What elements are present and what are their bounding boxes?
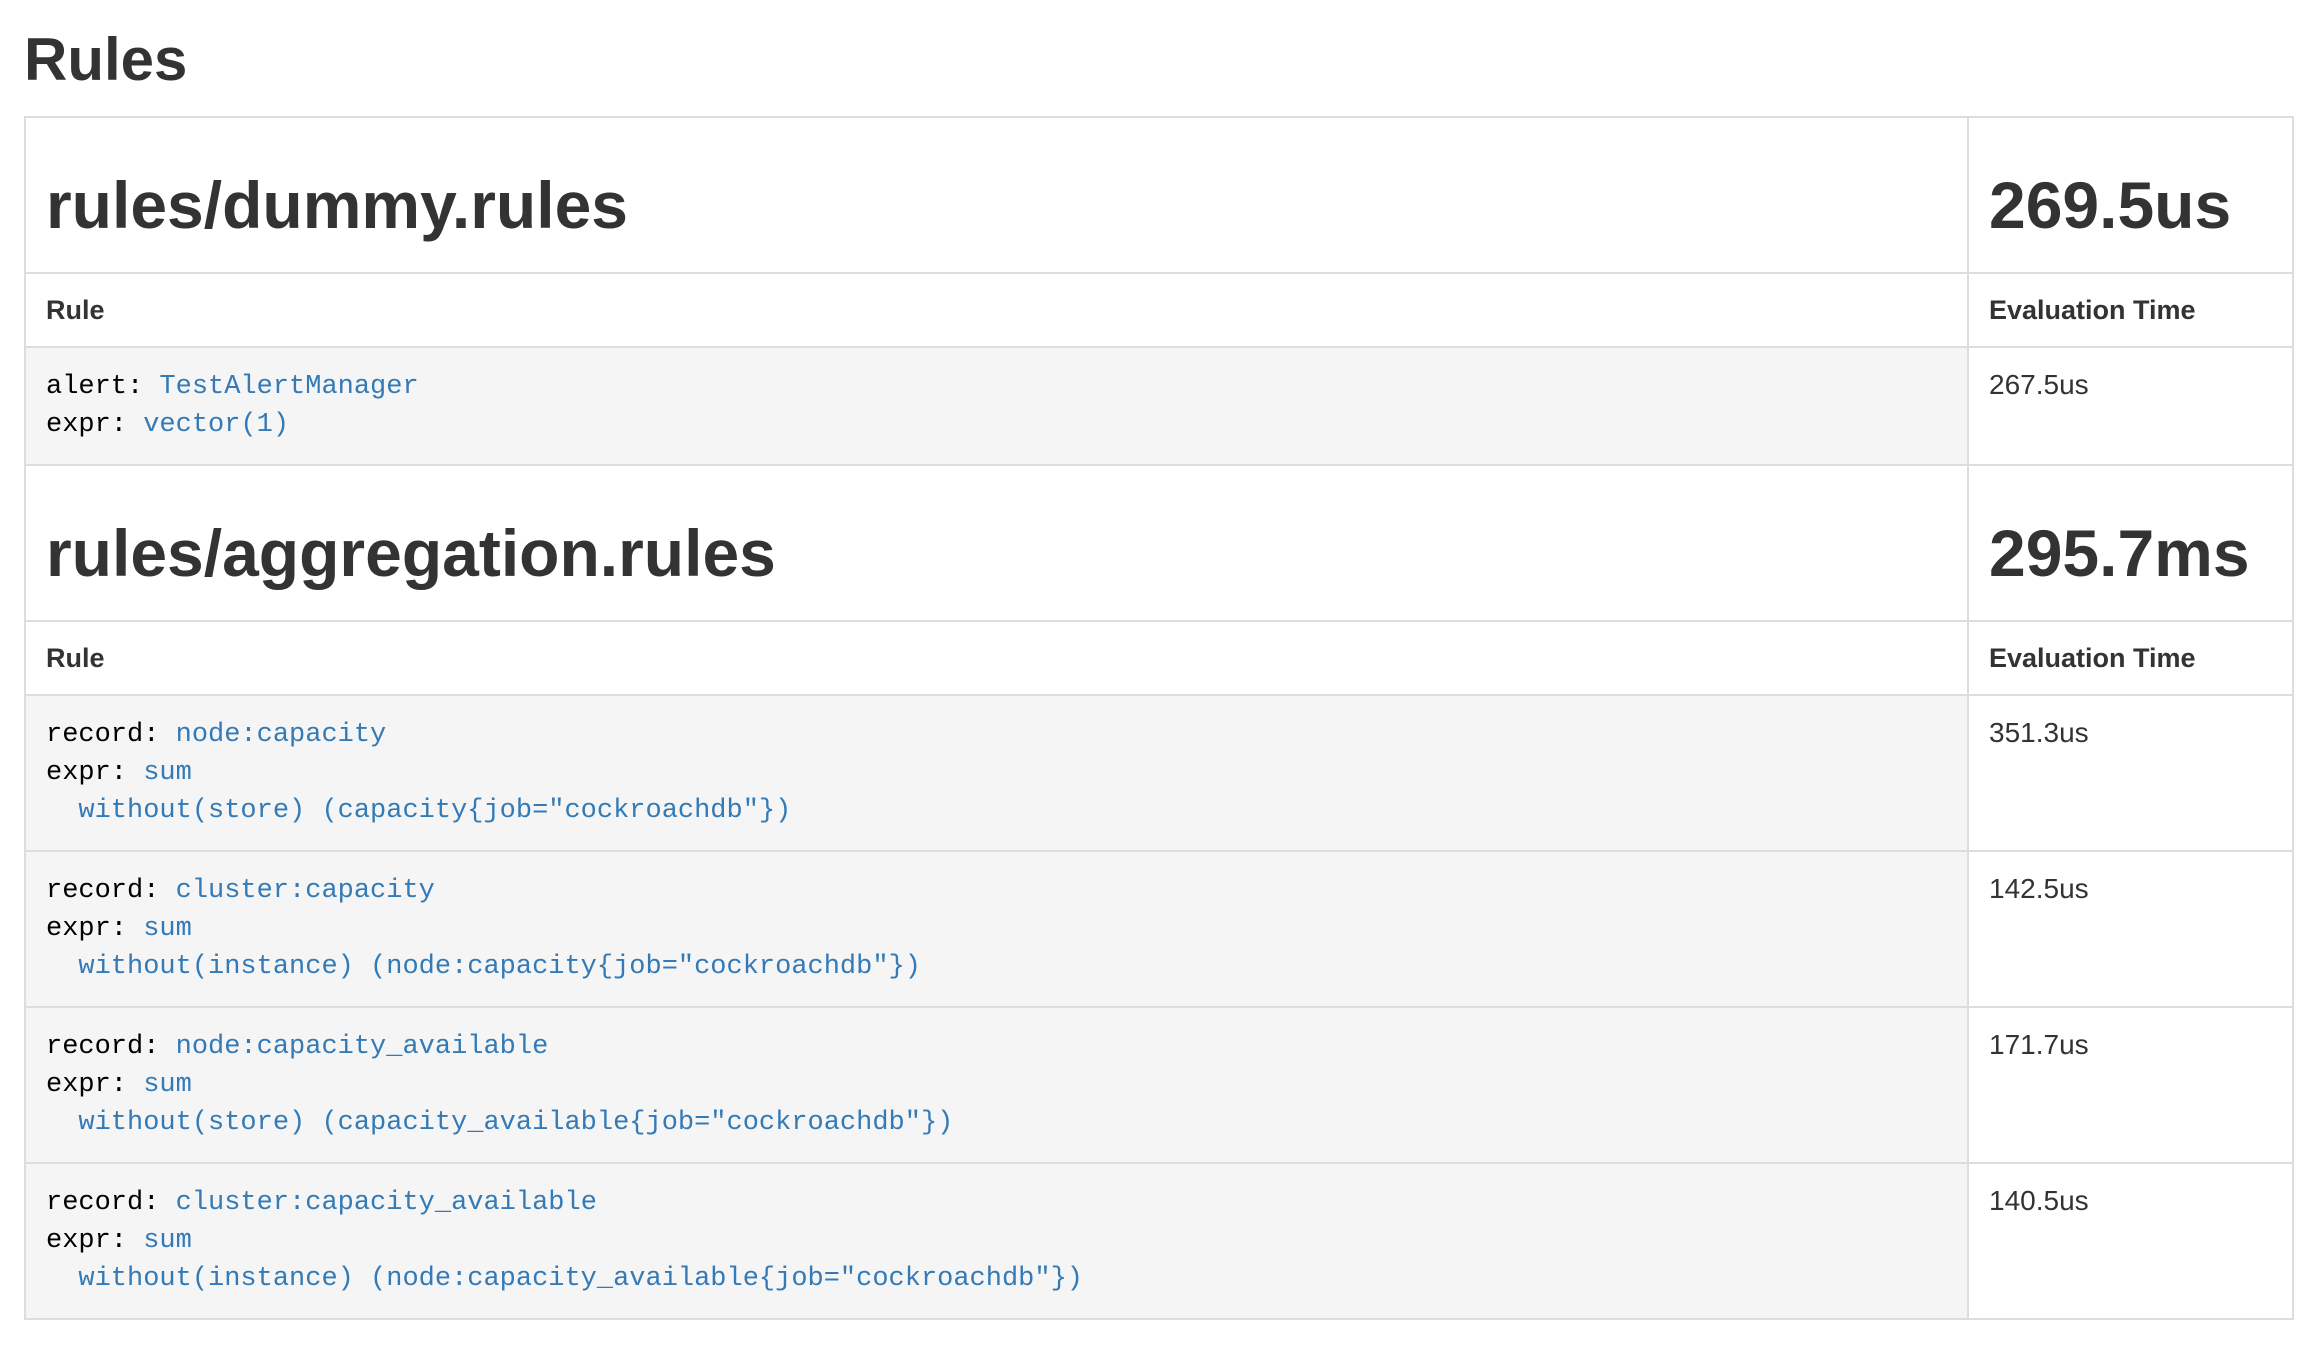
rule-code-line: alert: TestAlertManager	[46, 368, 1947, 406]
record-name-link[interactable]: node:capacity	[176, 720, 387, 750]
expr-link[interactable]: without(store) (capacity_available{job="…	[46, 1108, 953, 1138]
rule-code-line: record: node:capacity	[46, 716, 1947, 754]
rule-definition: record: cluster:capacityexpr: sum withou…	[25, 851, 1968, 1007]
rule-eval-time: 351.3us	[1968, 695, 2293, 851]
rule-code-text: record:	[46, 876, 176, 906]
rule-code-line: without(instance) (node:capacity{job="co…	[46, 948, 1947, 986]
rule-group-eval-time: 269.5us	[1989, 168, 2272, 242]
rule-group-file: rules/aggregation.rules	[46, 516, 1947, 590]
rule-code-text: alert:	[46, 372, 159, 402]
rule-eval-time: 171.7us	[1968, 1007, 2293, 1163]
rule-row: record: node:capacity_availableexpr: sum…	[25, 1007, 2293, 1163]
rule-code-line: expr: sum	[46, 1222, 1947, 1260]
evaluation-time-column-header: Evaluation Time	[1968, 621, 2293, 695]
expr-link[interactable]: sum	[143, 1070, 192, 1100]
expr-link[interactable]: vector(1)	[143, 410, 289, 440]
expr-link[interactable]: sum	[143, 914, 192, 944]
record-name-link[interactable]: node:capacity_available	[176, 1032, 549, 1062]
rule-definition: alert: TestAlertManagerexpr: vector(1)	[25, 347, 1968, 465]
rule-code-line: expr: sum	[46, 1066, 1947, 1104]
rule-column-header: Rule	[25, 621, 1968, 695]
expr-link[interactable]: without(store) (capacity{job="cockroachd…	[46, 796, 791, 826]
rule-code-text: record:	[46, 1032, 176, 1062]
rule-code-line: without(store) (capacity{job="cockroachd…	[46, 792, 1947, 830]
rule-eval-time: 267.5us	[1968, 347, 2293, 465]
rule-code-line: without(store) (capacity_available{job="…	[46, 1104, 1947, 1142]
rules-table: rules/dummy.rules 269.5us Rule Evaluatio…	[24, 116, 2294, 1320]
expr-link[interactable]: without(instance) (node:capacity_availab…	[46, 1264, 1083, 1294]
alert-name-link[interactable]: TestAlertManager	[159, 372, 418, 402]
rule-eval-time: 140.5us	[1968, 1163, 2293, 1319]
rule-definition: record: node:capacityexpr: sum without(s…	[25, 695, 1968, 851]
rule-code-text: expr:	[46, 758, 143, 788]
rule-code-text: expr:	[46, 1226, 143, 1256]
rule-code-line: record: cluster:capacity_available	[46, 1184, 1947, 1222]
rule-group-header-row: rules/aggregation.rules 295.7ms	[25, 465, 2293, 621]
rule-code-line: expr: sum	[46, 910, 1947, 948]
record-name-link[interactable]: cluster:capacity	[176, 876, 435, 906]
rule-group-file-cell: rules/dummy.rules	[25, 117, 1968, 273]
rules-table-body: rules/dummy.rules 269.5us Rule Evaluatio…	[25, 117, 2293, 1319]
expr-link[interactable]: sum	[143, 758, 192, 788]
column-header-row: Rule Evaluation Time	[25, 621, 2293, 695]
rule-row: record: node:capacityexpr: sum without(s…	[25, 695, 2293, 851]
rule-group-file-cell: rules/aggregation.rules	[25, 465, 1968, 621]
expr-link[interactable]: sum	[143, 1226, 192, 1256]
rule-group-file: rules/dummy.rules	[46, 168, 1947, 242]
column-header-row: Rule Evaluation Time	[25, 273, 2293, 347]
rule-row: record: cluster:capacityexpr: sum withou…	[25, 851, 2293, 1007]
rule-row: alert: TestAlertManagerexpr: vector(1) 2…	[25, 347, 2293, 465]
rule-code-text: expr:	[46, 1070, 143, 1100]
rule-definition: record: cluster:capacity_availableexpr: …	[25, 1163, 1968, 1319]
expr-link[interactable]: without(instance) (node:capacity{job="co…	[46, 952, 921, 982]
rule-row: record: cluster:capacity_availableexpr: …	[25, 1163, 2293, 1319]
rule-code-text: record:	[46, 1188, 176, 1218]
evaluation-time-column-header: Evaluation Time	[1968, 273, 2293, 347]
rule-definition: record: node:capacity_availableexpr: sum…	[25, 1007, 1968, 1163]
rule-code-line: expr: vector(1)	[46, 406, 1947, 444]
rule-column-header: Rule	[25, 273, 1968, 347]
rule-code-line: expr: sum	[46, 754, 1947, 792]
rule-code-line: record: cluster:capacity	[46, 872, 1947, 910]
rule-group-eval-time-cell: 295.7ms	[1968, 465, 2293, 621]
rule-group-header-row: rules/dummy.rules 269.5us	[25, 117, 2293, 273]
record-name-link[interactable]: cluster:capacity_available	[176, 1188, 597, 1218]
rule-code-text: record:	[46, 720, 176, 750]
page-title: Rules	[24, 28, 2294, 92]
rule-group-eval-time-cell: 269.5us	[1968, 117, 2293, 273]
rule-code-text: expr:	[46, 914, 143, 944]
rule-code-line: without(instance) (node:capacity_availab…	[46, 1260, 1947, 1298]
rule-eval-time: 142.5us	[1968, 851, 2293, 1007]
rule-code-text: expr:	[46, 410, 143, 440]
rule-group-eval-time: 295.7ms	[1989, 516, 2272, 590]
rule-code-line: record: node:capacity_available	[46, 1028, 1947, 1066]
